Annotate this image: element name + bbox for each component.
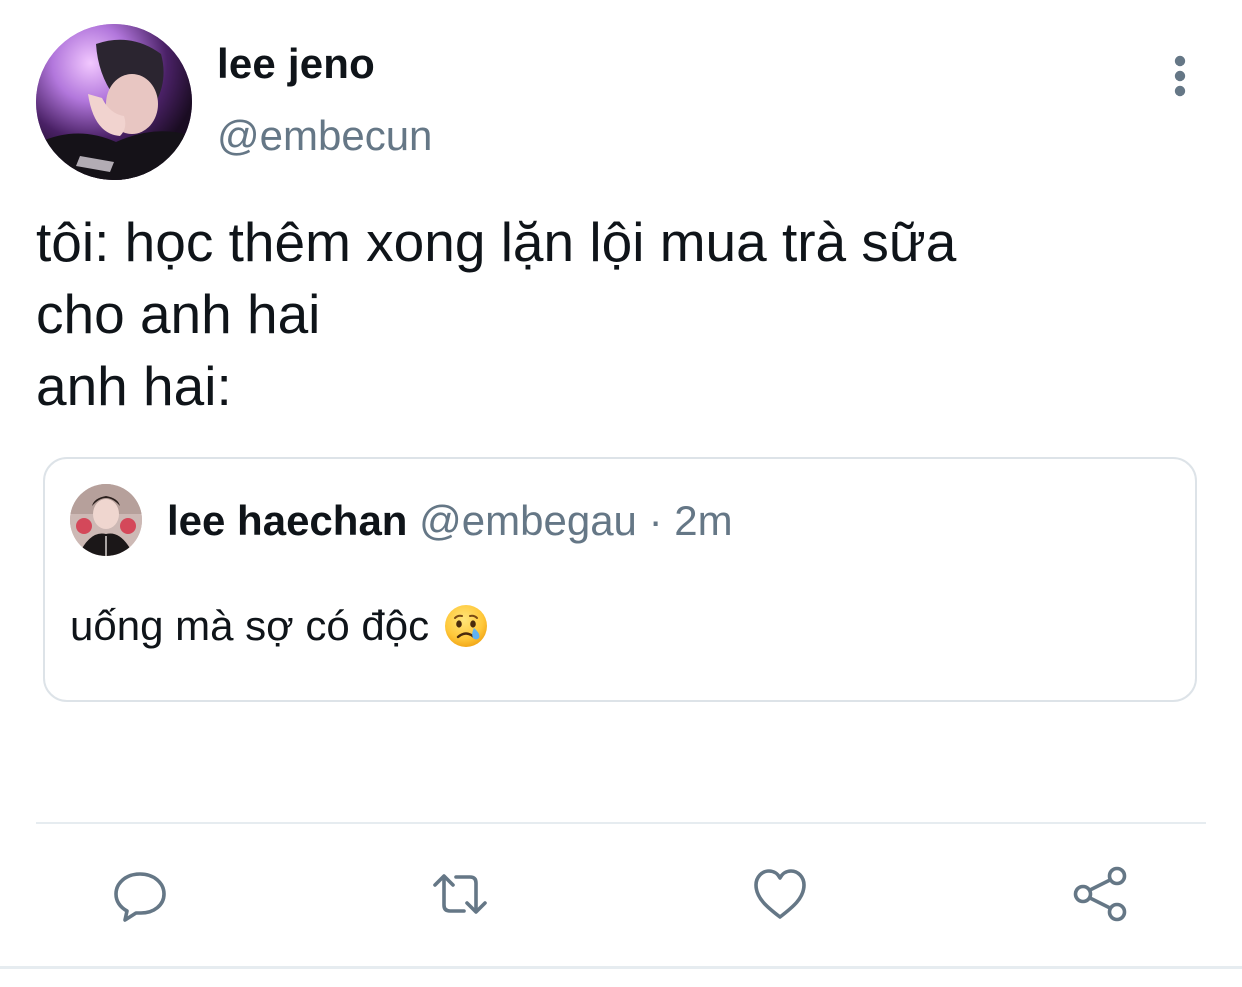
author-display-name[interactable]: lee jeno bbox=[217, 40, 375, 88]
reply-icon bbox=[114, 872, 166, 922]
quoted-timestamp[interactable]: 2m bbox=[674, 497, 732, 544]
quoted-author-avatar[interactable] bbox=[70, 484, 142, 556]
like-button[interactable] bbox=[748, 862, 812, 926]
more-options-button[interactable] bbox=[1164, 52, 1196, 100]
quoted-header: lee haechan @embegau · 2m bbox=[167, 497, 733, 545]
more-vertical-icon bbox=[1174, 55, 1186, 97]
quoted-tweet-text-row: uống mà sợ có độc bbox=[70, 602, 489, 650]
quoted-handle[interactable]: @embegau bbox=[419, 497, 637, 544]
avatar-image bbox=[36, 24, 192, 180]
quoted-tweet-card[interactable]: lee haechan @embegau · 2m uống mà sợ có … bbox=[43, 457, 1197, 702]
quoted-separator: · bbox=[648, 497, 663, 544]
reply-button[interactable] bbox=[108, 862, 172, 926]
quoted-display-name[interactable]: lee haechan bbox=[167, 497, 407, 544]
retweet-icon bbox=[433, 874, 487, 914]
quoted-avatar-image bbox=[70, 484, 142, 556]
author-handle[interactable]: @embecun bbox=[217, 112, 432, 160]
tweet-text: tôi: học thêm xong lặn lội mua trà sữa c… bbox=[36, 211, 957, 417]
action-divider bbox=[36, 822, 1206, 824]
crying-face-emoji-icon bbox=[445, 605, 488, 647]
quoted-tweet-text: uống mà sợ có độc bbox=[70, 602, 430, 649]
author-avatar[interactable] bbox=[36, 24, 192, 180]
bottom-border bbox=[0, 966, 1242, 969]
share-icon bbox=[1073, 866, 1127, 922]
share-button[interactable] bbox=[1068, 862, 1132, 926]
retweet-button[interactable] bbox=[428, 862, 492, 926]
heart-icon bbox=[754, 869, 806, 919]
